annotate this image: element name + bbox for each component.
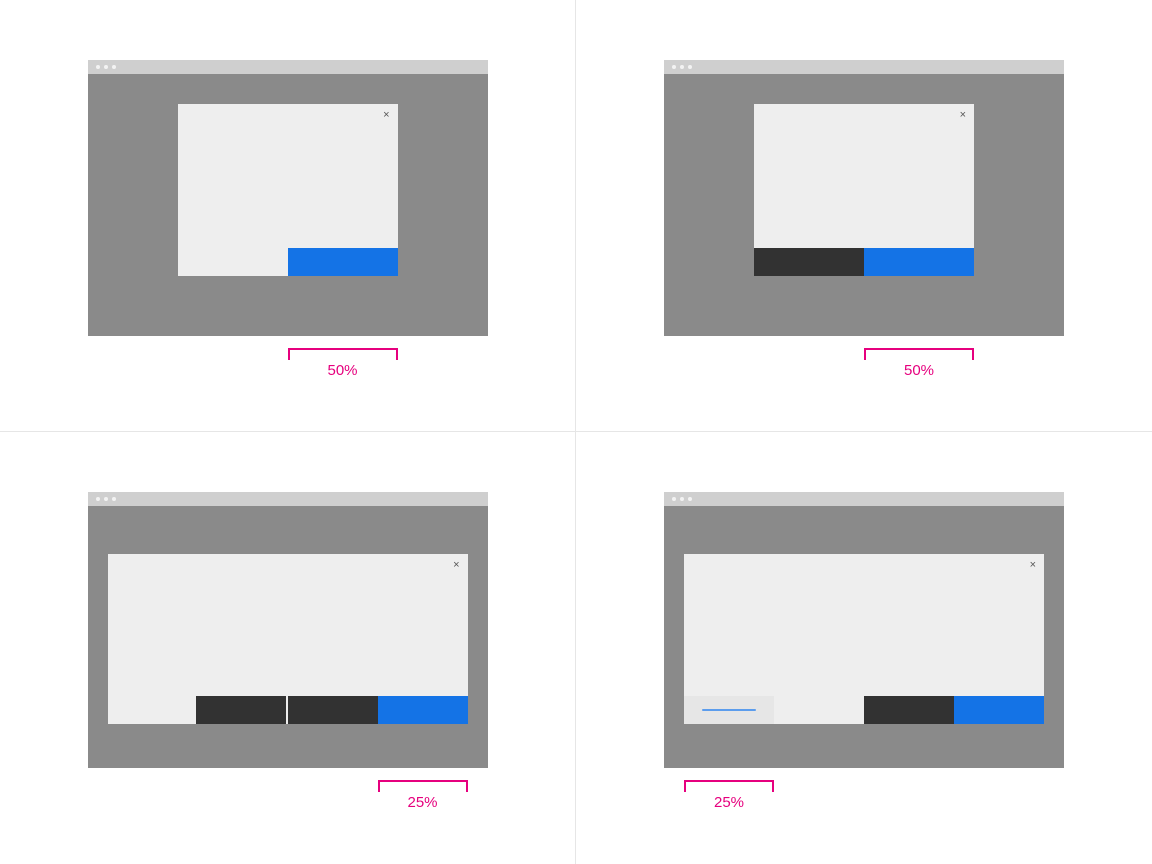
browser-titlebar [664, 492, 1064, 506]
annotation-label: 25% [684, 794, 774, 811]
browser-viewport: × [664, 74, 1064, 336]
secondary-button[interactable] [864, 696, 954, 724]
bracket-icon [288, 348, 398, 360]
dialog-button-row [288, 248, 398, 276]
window-dot [104, 65, 108, 69]
window-dot [96, 65, 100, 69]
annotation-label: 25% [378, 794, 468, 811]
width-annotation: 25% [88, 780, 488, 820]
dialog: × [684, 554, 1044, 724]
browser-mockup: × [88, 60, 488, 336]
browser-titlebar [88, 492, 488, 506]
window-dot [112, 497, 116, 501]
window-dot [672, 65, 676, 69]
browser-mockup: × [664, 60, 1064, 336]
window-dot [672, 497, 676, 501]
primary-button[interactable] [954, 696, 1044, 724]
window-dot [680, 497, 684, 501]
diagram-cell-1: × 50% [0, 0, 576, 432]
window-dot [112, 65, 116, 69]
width-annotation: 25% [664, 780, 1064, 820]
window-dot [104, 497, 108, 501]
window-dot [96, 497, 100, 501]
dialog: × [108, 554, 468, 724]
annotation-label: 50% [288, 362, 398, 379]
close-icon[interactable]: × [960, 110, 966, 121]
browser-titlebar [88, 60, 488, 74]
dialog-button-row [196, 696, 468, 724]
dialog-button-row [754, 248, 974, 276]
primary-button[interactable] [864, 248, 974, 276]
close-icon[interactable]: × [1030, 560, 1036, 571]
browser-mockup: × [88, 492, 488, 768]
dialog-button-row [864, 696, 1044, 724]
tertiary-button[interactable] [684, 696, 774, 724]
width-annotation: 50% [88, 348, 488, 388]
close-icon[interactable]: × [453, 560, 459, 571]
browser-titlebar [664, 60, 1064, 74]
window-dot [688, 497, 692, 501]
secondary-button[interactable] [196, 696, 286, 724]
secondary-button[interactable] [288, 696, 378, 724]
window-dot [680, 65, 684, 69]
diagram-cell-2: × 50% [576, 0, 1152, 432]
browser-viewport: × [88, 506, 488, 768]
browser-mockup: × [664, 492, 1064, 768]
width-annotation: 50% [664, 348, 1064, 388]
primary-button[interactable] [378, 696, 468, 724]
browser-viewport: × [664, 506, 1064, 768]
dialog: × [178, 104, 398, 276]
dialog: × [754, 104, 974, 276]
window-dot [688, 65, 692, 69]
annotation-label: 50% [864, 362, 974, 379]
browser-viewport: × [88, 74, 488, 336]
link-text-placeholder [702, 709, 756, 711]
diagram-grid: × 50% × [0, 0, 1152, 864]
bracket-icon [684, 780, 774, 792]
bracket-icon [864, 348, 974, 360]
diagram-cell-3: × 25% [0, 432, 576, 864]
bracket-icon [378, 780, 468, 792]
primary-button[interactable] [288, 248, 398, 276]
close-icon[interactable]: × [383, 110, 389, 121]
secondary-button[interactable] [754, 248, 864, 276]
diagram-cell-4: × 25% [576, 432, 1152, 864]
